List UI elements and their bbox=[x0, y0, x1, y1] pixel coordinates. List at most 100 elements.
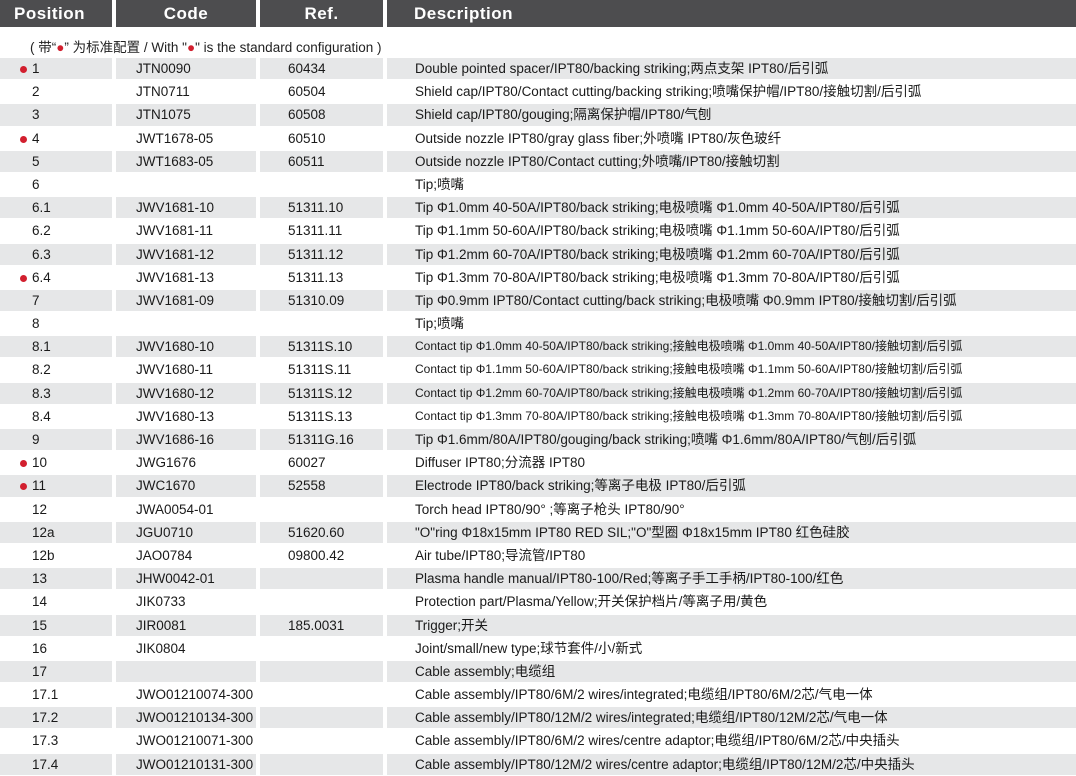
code-cell: JHW0042-01 bbox=[116, 568, 256, 590]
table-row: 8.3 JWV1680-12 51311S.12 Contact tip Φ1.2mm… bbox=[0, 382, 1076, 405]
table-row: 1 JTN0090 60434 Double pointed spacer/IPT80… bbox=[0, 57, 1076, 80]
table-row: 17.3 JWO01210071-300 Cable assembly/IPT80/… bbox=[0, 729, 1076, 752]
position-cell: 6 bbox=[0, 174, 112, 195]
code-cell: JIR0081 bbox=[116, 614, 256, 636]
ref-cell: 51311S.12 bbox=[260, 382, 383, 404]
table-row: 8 Tip;喷嘴 bbox=[0, 312, 1076, 335]
description-cell: Protection part/Plasma/Yellow;开关保护档片/等离子… bbox=[415, 594, 768, 610]
description-cell: Electrode IPT80/back striking;等离子电极 IPT8… bbox=[387, 475, 1076, 497]
description-cell: Plasma handle manual/IPT80-100/Red;等离子手工… bbox=[387, 568, 1076, 590]
code-cell: JIK0804 bbox=[136, 640, 186, 656]
code-cell: JTN0711 bbox=[136, 84, 190, 100]
code-cell: JTN1075 bbox=[116, 104, 256, 126]
description-cell: Tip Φ1.2mm 60-70A/IPT80/back striking;电极… bbox=[387, 243, 1076, 265]
position-value: 16 bbox=[32, 640, 48, 656]
position-value: 17.2 bbox=[32, 710, 59, 726]
table-row: 10 JWG1676 60027 Diffuser IPT80;分流器 IPT80 bbox=[0, 451, 1076, 474]
ref-cell: 60027 bbox=[288, 455, 326, 471]
position-cell: 13 bbox=[0, 568, 112, 590]
header-ref: Ref. bbox=[260, 0, 383, 27]
code-cell: JWO01210074-300 bbox=[136, 687, 254, 703]
note-suffix: " is the standard configuration ) bbox=[195, 40, 382, 55]
position-cell: 6.3 bbox=[0, 243, 112, 265]
position-value: 9 bbox=[32, 432, 40, 447]
code-cell: JWV1681-11 bbox=[136, 223, 214, 239]
position-cell: 8 bbox=[0, 313, 112, 334]
ref-cell: 51311G.16 bbox=[260, 429, 383, 451]
position-value: 1 bbox=[32, 61, 40, 76]
description-cell: Contact tip Φ1.1mm 50-60A/IPT80/back str… bbox=[415, 362, 963, 377]
position-cell: 17.1 bbox=[0, 684, 112, 705]
position-cell: 9 bbox=[0, 429, 112, 451]
table-row: 12 JWA0054-01 Torch head IPT80/90° ;等离子枪头 … bbox=[0, 498, 1076, 521]
position-value: 17.1 bbox=[32, 687, 59, 703]
ref-cell: 60508 bbox=[260, 104, 383, 126]
table-row: 17.2 JWO01210134-300 Cable assembly/IPT80/… bbox=[0, 706, 1076, 729]
standard-config-dot-icon bbox=[20, 66, 27, 73]
ref-cell bbox=[260, 638, 383, 659]
note-middle: ” 为标准配置 / With " bbox=[64, 40, 187, 55]
ref-cell: 51311.10 bbox=[260, 197, 383, 219]
description-cell: Double pointed spacer/IPT80/backing stri… bbox=[387, 58, 1076, 80]
table-row: 6.4 JWV1681-13 51311.13 Tip Φ1.3mm 70-80A/I… bbox=[0, 266, 1076, 289]
ref-cell bbox=[260, 660, 383, 683]
position-cell: 17.3 bbox=[0, 730, 112, 751]
code-cell bbox=[116, 174, 256, 195]
ref-cell bbox=[260, 591, 383, 612]
ref-cell: 51311.12 bbox=[260, 243, 383, 265]
code-cell: JWV1680-10 bbox=[116, 336, 256, 358]
ref-cell bbox=[260, 313, 383, 334]
code-cell: JWG1676 bbox=[136, 455, 197, 471]
standard-configuration-note: ( 带“●” 为标准配置 / With "●" is the standard … bbox=[30, 36, 382, 56]
position-cell: 6.4 bbox=[0, 267, 112, 288]
position-cell: 6.1 bbox=[0, 197, 112, 219]
code-cell: JWV1681-13 bbox=[136, 269, 215, 285]
description-cell: Joint/small/new type;球节套件/小/新式 bbox=[415, 640, 643, 656]
ref-cell: 52558 bbox=[260, 475, 383, 497]
code-cell: JIK0733 bbox=[136, 594, 186, 610]
position-value: 17 bbox=[32, 663, 48, 679]
ref-cell bbox=[260, 730, 383, 751]
note-red-dot: ● bbox=[186, 40, 196, 55]
position-value: 3 bbox=[32, 107, 40, 123]
ref-cell: 51620.60 bbox=[260, 521, 383, 543]
description-cell: Cable assembly/IPT80/6M/2 wires/centre a… bbox=[415, 733, 900, 749]
description-cell: Contact tip Φ1.3mm 70-80A/IPT80/back str… bbox=[415, 408, 963, 423]
position-value: 8.4 bbox=[32, 408, 51, 424]
ref-cell: 09800.42 bbox=[288, 547, 345, 563]
ref-cell: 51311S.10 bbox=[260, 336, 383, 358]
code-cell: JWO01210134-300 bbox=[116, 707, 256, 729]
code-cell bbox=[116, 313, 256, 334]
table-row: 6.3 JWV1681-12 51311.12 Tip Φ1.2mm 60-70A/I… bbox=[0, 243, 1076, 266]
table-row: 8.4 JWV1680-13 51311S.13 Contact tip Φ1.3mm… bbox=[0, 405, 1076, 428]
code-cell: JWT1678-05 bbox=[136, 130, 214, 146]
position-cell: 8.4 bbox=[0, 406, 112, 427]
position-cell: 5 bbox=[0, 150, 112, 172]
description-cell: Cable assembly/IPT80/12M/2 wires/integra… bbox=[387, 707, 1076, 729]
note-prefix: ( 带“ bbox=[30, 40, 57, 55]
table-row: 12a JGU0710 51620.60 "O"ring Φ18x15mm IPT80… bbox=[0, 521, 1076, 544]
description-cell: Tip Φ0.9mm IPT80/Contact cutting/back st… bbox=[387, 289, 1076, 312]
code-cell: JWV1680-11 bbox=[136, 362, 214, 378]
position-value: 8.2 bbox=[32, 362, 51, 378]
table-row: 15 JIR0081 185.0031 Trigger;开关 bbox=[0, 614, 1076, 637]
position-cell: 14 bbox=[0, 591, 112, 612]
code-cell: JWV1681-12 bbox=[116, 243, 256, 265]
code-cell: JWT1683-05 bbox=[116, 150, 256, 172]
ref-cell: 51310.09 bbox=[260, 289, 383, 312]
code-cell: JWV1680-12 bbox=[116, 382, 256, 404]
ref-cell: 60504 bbox=[288, 84, 326, 100]
header-code: Code bbox=[116, 0, 256, 27]
code-cell: JAO0784 bbox=[136, 547, 193, 563]
description-cell: Shield cap/IPT80/gouging;隔离保护帽/IPT80/气刨 bbox=[387, 104, 1076, 126]
ref-cell bbox=[260, 684, 383, 705]
ref-cell: 185.0031 bbox=[260, 614, 383, 636]
position-value: 4 bbox=[32, 130, 40, 146]
position-cell: 3 bbox=[0, 104, 112, 126]
table-row: 16 JIK0804 Joint/small/new type;球节套件/小/新式 bbox=[0, 637, 1076, 660]
position-value: 14 bbox=[32, 594, 48, 610]
ref-cell: 51311.11 bbox=[288, 223, 343, 239]
position-value: 8.1 bbox=[32, 339, 51, 355]
code-cell: JWV1681-09 bbox=[116, 289, 256, 312]
position-value: 13 bbox=[32, 571, 48, 587]
